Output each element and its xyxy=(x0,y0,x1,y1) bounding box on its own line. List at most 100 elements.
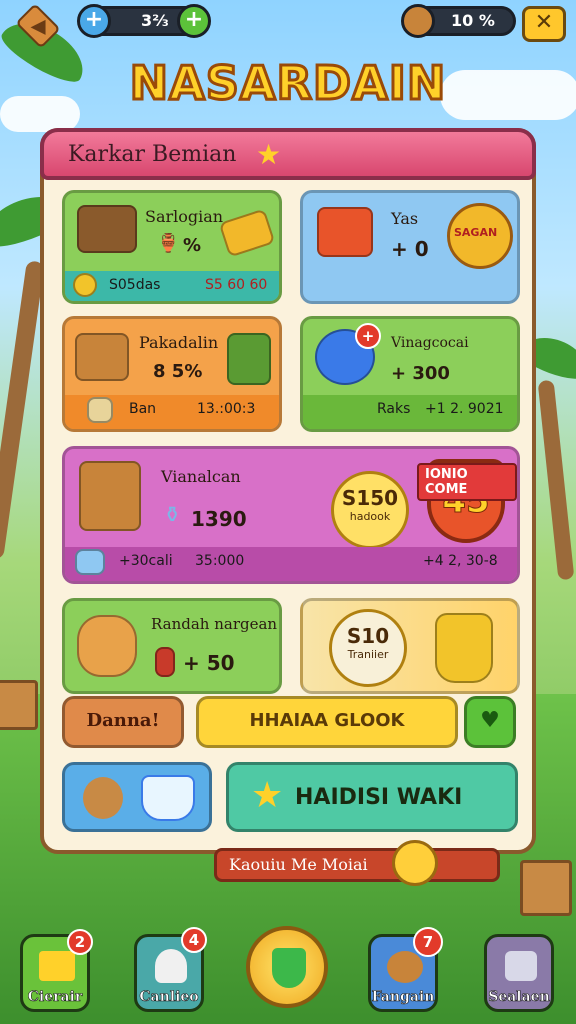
bottle-icon: ⚱ xyxy=(163,503,182,528)
wide-action-button[interactable]: ★ HAIDISI WAKI xyxy=(226,762,518,832)
jar-icon: 🏺 xyxy=(157,233,180,254)
strip-left-text: Ban xyxy=(129,401,157,417)
red-cart-icon xyxy=(317,207,373,257)
palm-tree-trunk xyxy=(537,379,575,581)
card-strip: Raks +1 2. 9021 xyxy=(303,395,517,429)
currency-pill: + 3⅔ + xyxy=(77,4,211,38)
nav-label: Sealaen xyxy=(488,989,550,1006)
notification-badge: + xyxy=(355,323,381,349)
confirm-button[interactable]: ♥ xyxy=(464,696,516,748)
nav-center-button[interactable] xyxy=(246,926,328,1008)
character-cart-icon xyxy=(79,461,141,531)
nav-label: Cierair xyxy=(27,989,83,1006)
card-value: 1390 xyxy=(191,507,247,531)
plus-icon[interactable]: + xyxy=(77,4,111,38)
potion-icon xyxy=(155,647,175,677)
card-trophy-offer[interactable]: S10 Traniier xyxy=(300,598,520,694)
wood-barrel-icon xyxy=(401,4,435,38)
card-yas[interactable]: Yas + 0 SAGAN xyxy=(300,190,520,304)
cup-icon xyxy=(141,775,195,821)
treasure-chest-icon xyxy=(77,205,137,253)
close-button[interactable]: ✕ xyxy=(522,6,566,42)
currency-value: 3⅔ xyxy=(141,11,169,30)
card-title: Sarlogian xyxy=(145,207,224,226)
card-title: Vinagcocai xyxy=(391,335,469,351)
arrow-left-icon: ◀ xyxy=(30,14,46,38)
close-icon: ✕ xyxy=(534,10,554,35)
card-vinagcocai[interactable]: + Vinagcocai + 300 Raks +1 2. 9021 xyxy=(300,316,520,432)
card-value: 8 5% xyxy=(153,361,203,382)
plant-pot-icon xyxy=(227,333,271,385)
top-bar: ◀ + 3⅔ + 10 % ✕ xyxy=(0,3,576,49)
card-value: + 50 xyxy=(183,651,235,675)
nav-canlieo[interactable]: 4 Canlieo xyxy=(134,927,207,1012)
strip-left-text: S05das xyxy=(109,277,161,293)
card-value: + 300 xyxy=(391,363,450,384)
promo-ribbon: IONIO COME xyxy=(417,463,517,501)
fox-pet-icon xyxy=(77,615,137,677)
palm-tree-trunk xyxy=(0,260,45,560)
card-strip: +30cali 35:000 +4 2, 30-8 xyxy=(65,547,517,581)
strip-right-text: S5 60 60 xyxy=(205,277,268,293)
gear-icon xyxy=(505,951,537,981)
nav-badge: 2 xyxy=(67,929,93,955)
card-title: Vianalcan xyxy=(161,467,241,486)
box-icon xyxy=(87,397,113,423)
wooden-crate xyxy=(520,860,572,916)
golden-trophy-icon xyxy=(435,613,493,683)
danna-button[interactable]: Danna! xyxy=(62,696,184,748)
burst-label: hadook xyxy=(349,510,391,523)
strip-left-text: Raks xyxy=(377,401,411,417)
wide-button-label: HAIDISI WAKI xyxy=(295,785,463,810)
nav-label: Fangain xyxy=(371,989,435,1006)
nav-cierair[interactable]: 2 Cierair xyxy=(20,929,93,1012)
seal-text: SAGAN xyxy=(454,226,498,239)
shield-check-icon xyxy=(272,948,306,988)
star-icon: ★ xyxy=(256,138,282,171)
nav-badge: 7 xyxy=(413,927,443,957)
sagan-seal: SAGAN xyxy=(447,203,513,269)
ice-block-icon xyxy=(75,549,105,575)
sale-burst: S150 hadook xyxy=(331,471,409,549)
strip-mid-text: 35:000 xyxy=(195,553,245,569)
strip-right-text: +1 2. 9021 xyxy=(425,401,504,417)
card-pakadalin[interactable]: Pakadalin 8 5% Ban 13.:00:3 xyxy=(62,316,282,432)
nav-sealaen[interactable]: Sealaen xyxy=(484,934,554,1012)
nut-icon xyxy=(387,951,423,983)
card-strip: Ban 13.:00:3 xyxy=(65,395,279,429)
game-title: NASARDAIN xyxy=(128,55,447,112)
nav-fangain[interactable]: 7 Fangain xyxy=(368,927,443,1012)
strip-right-text: 13.:00:3 xyxy=(197,401,256,417)
card-title: Yas xyxy=(391,209,419,228)
back-button[interactable]: ◀ xyxy=(15,3,61,49)
main-panel: Karkar Bemian ★ Sarlogian 🏺 % S05das S5 … xyxy=(40,128,536,854)
star-icon: ★ xyxy=(251,775,284,816)
panel-header-title: Karkar Bemian xyxy=(68,142,237,167)
strip-left-text: +30cali xyxy=(119,553,173,569)
card-sarlogian[interactable]: Sarlogian 🏺 % S05das S5 60 60 xyxy=(62,190,282,304)
resource-pill: 10 % xyxy=(401,4,516,38)
burst-label: Traniier xyxy=(347,648,389,661)
pet-cup-button[interactable] xyxy=(62,762,212,832)
heart-check-icon: ♥ xyxy=(480,708,500,733)
main-action-button[interactable]: HHAIAA GLOOK xyxy=(196,696,458,748)
footer-banner: Kaouiu Me Moiai xyxy=(214,848,500,882)
add-currency-button[interactable]: + xyxy=(177,4,211,38)
coin-icon xyxy=(73,273,97,297)
house-icon xyxy=(39,951,75,981)
burst-value: S10 xyxy=(346,624,390,648)
offer-burst: S10 Traniier xyxy=(329,609,407,687)
strip-right-text: +4 2, 30-8 xyxy=(423,553,498,569)
card-value: + 0 xyxy=(391,237,429,261)
basket-icon xyxy=(75,333,129,381)
card-title: Pakadalin xyxy=(139,333,219,352)
wooden-crate xyxy=(0,680,38,730)
panel-header: Karkar Bemian ★ xyxy=(40,128,536,180)
card-randah[interactable]: Randah nargean + 50 xyxy=(62,598,282,694)
nav-label: Canlieo xyxy=(139,989,199,1006)
pet-icon xyxy=(83,777,123,819)
ghost-icon xyxy=(155,949,187,983)
nav-badge: 4 xyxy=(181,927,207,953)
card-strip: S05das S5 60 60 xyxy=(65,271,279,301)
card-vianalcan[interactable]: Vianalcan ⚱ 1390 S150 hadook 45 IONIO CO… xyxy=(62,446,520,584)
